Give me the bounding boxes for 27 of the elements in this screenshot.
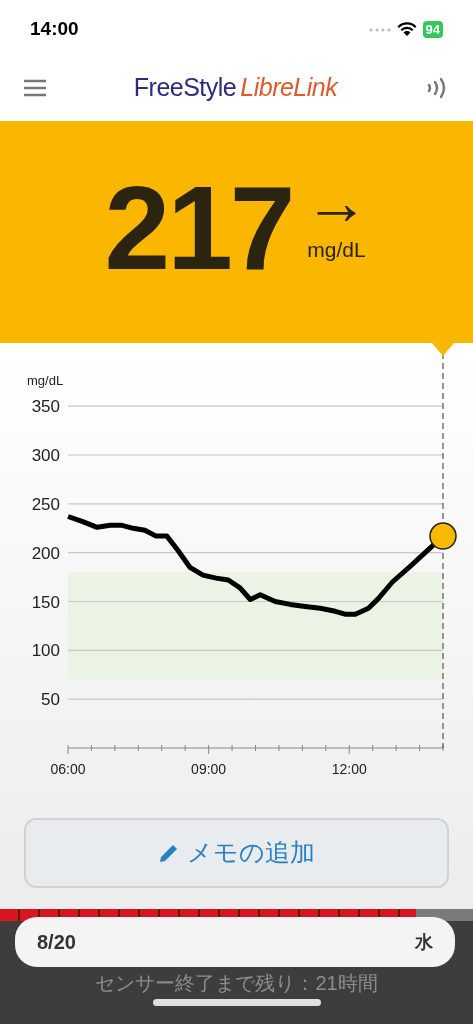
pencil-icon — [158, 843, 179, 863]
x-axis-label: 09:00 — [191, 761, 227, 777]
battery-indicator: 94 — [422, 21, 443, 38]
signal-dots-icon — [368, 27, 391, 32]
x-axis-label: 12:00 — [331, 761, 367, 777]
add-memo-button[interactable]: メモの追加 — [24, 818, 449, 888]
wifi-icon — [396, 22, 417, 37]
logo-text: FreeStyle — [133, 72, 237, 104]
y-axis-label: 350 — [31, 397, 60, 417]
menu-icon[interactable] — [24, 79, 46, 97]
trend-arrow: → — [304, 170, 369, 235]
y-axis-label: 200 — [31, 543, 60, 563]
y-axis-label: 150 — [31, 592, 60, 612]
status-time: 14:00 — [30, 17, 79, 42]
date-text: 8/20 — [37, 930, 76, 955]
unit-label: mg/dL — [27, 373, 64, 388]
weekday-text: 水 — [415, 930, 433, 954]
glucose-unit: mg/dL — [307, 237, 366, 264]
x-axis-label: 06:00 — [50, 761, 86, 777]
current-reading-dot — [429, 522, 457, 550]
y-axis-label: 300 — [31, 446, 60, 465]
glucose-value: 217 — [104, 169, 293, 287]
y-axis-label: 100 — [31, 641, 60, 661]
sensor-remaining-text: センサー終了まで残り：21時間 — [95, 971, 378, 996]
logo-text-accent: LibreLink — [240, 72, 338, 104]
y-axis-label: 250 — [31, 494, 60, 514]
y-axis-label: 50 — [41, 690, 60, 710]
